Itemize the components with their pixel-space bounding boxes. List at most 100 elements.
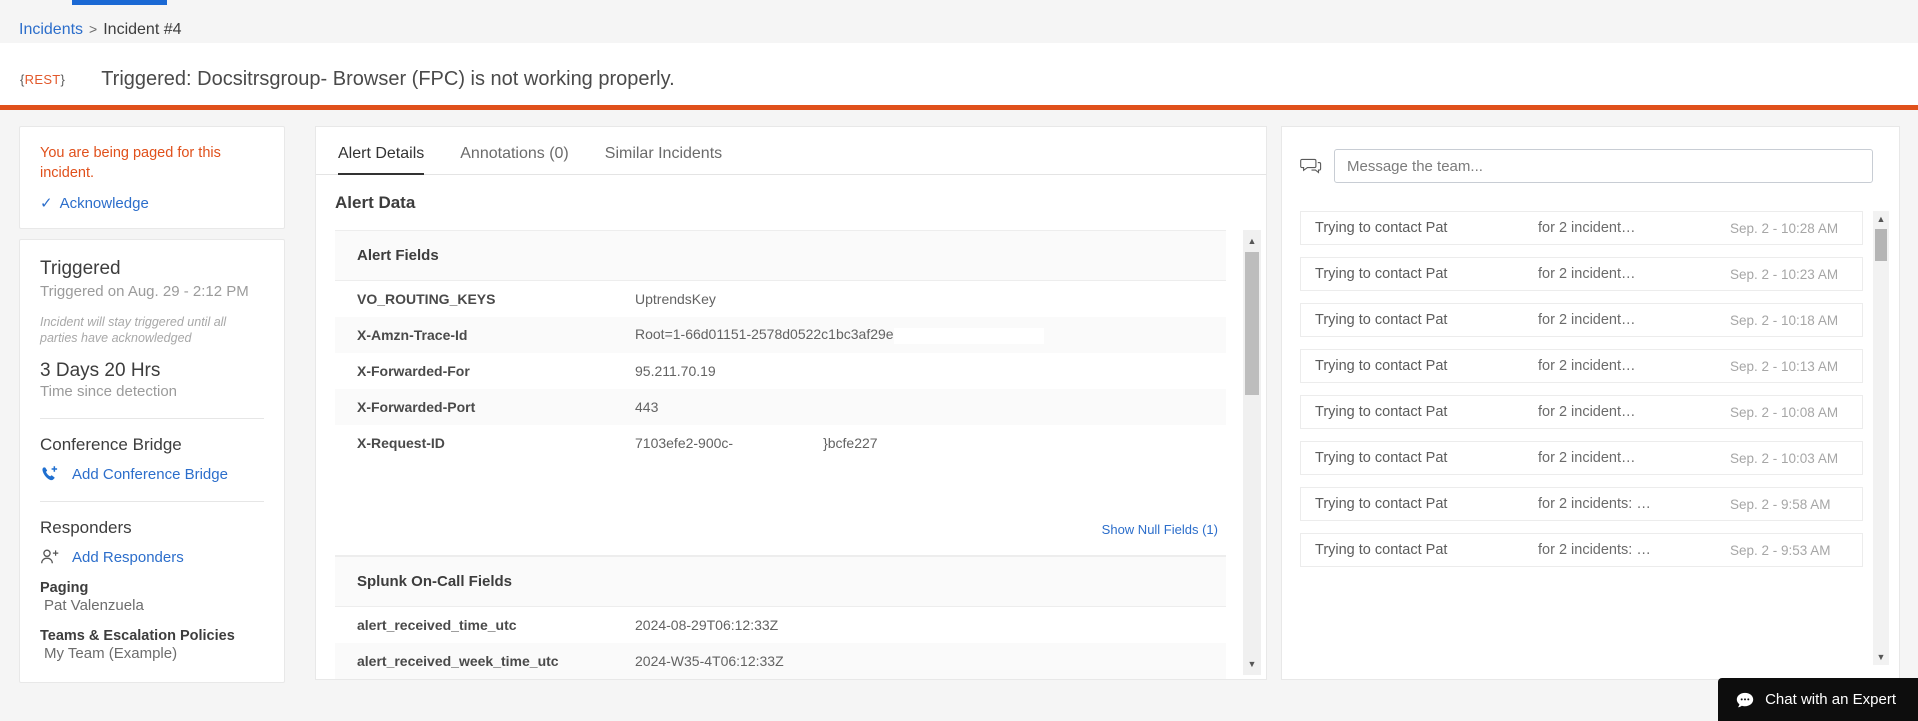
paging-value: Pat Valenzuela <box>44 597 144 614</box>
table-row: VO_ROUTING_KEYS UptrendsKey <box>335 281 1226 317</box>
rest-badge: {REST} <box>20 72 65 87</box>
breadcrumb: Incidents > Incident #4 <box>0 5 1918 43</box>
responders-heading: Responders <box>40 518 132 537</box>
elapsed-time-label: Time since detection <box>40 383 178 400</box>
list-item[interactable]: Trying to contact Pat for 2 incident… Se… <box>1300 441 1863 475</box>
incident-status-card: Triggered Triggered on Aug. 29 - 2:12 PM… <box>19 239 285 683</box>
list-item[interactable]: Trying to contact Pat for 2 incident… Se… <box>1300 211 1863 245</box>
alert-details-panel: Alert Details Annotations (0) Similar In… <box>315 110 1267 702</box>
message-what: for 2 incident… <box>1538 312 1636 328</box>
detail-tabs: Alert Details Annotations (0) Similar In… <box>316 127 1266 175</box>
list-item[interactable]: Trying to contact Pat for 2 incident… Se… <box>1300 349 1863 383</box>
masked-value-block <box>893 327 1044 344</box>
message-when: Sep. 2 - 10:18 AM <box>1730 312 1839 328</box>
alert-data-scrollbar[interactable]: ▲ ▼ <box>1243 230 1261 675</box>
paging-label: Paging <box>40 580 89 596</box>
chat-with-expert-button[interactable]: Chat with an Expert <box>1718 678 1918 721</box>
message-what: for 2 incident… <box>1538 404 1636 420</box>
teams-block: Teams & Escalation Policies My Team (Exa… <box>40 628 264 662</box>
list-item[interactable]: Trying to contact Pat for 2 incidents: …… <box>1300 533 1863 567</box>
teams-label: Teams & Escalation Policies <box>40 628 235 644</box>
timeline-scroll-down-icon[interactable]: ▼ <box>1873 649 1889 665</box>
show-null-fields-link[interactable]: Show Null Fields (1) <box>1102 522 1218 537</box>
table-row: X-Request-ID 7103efe2-900c- }bcfe227 <box>335 425 1226 461</box>
list-item[interactable]: Trying to contact Pat for 2 incidents: …… <box>1300 487 1863 521</box>
field-key: X-Forwarded-For <box>357 363 470 379</box>
message-when: Sep. 2 - 10:28 AM <box>1730 220 1839 236</box>
field-value-text: 7103efe2-900c- <box>635 435 734 451</box>
add-responders-button[interactable]: Add Responders <box>40 548 264 566</box>
message-when: Sep. 2 - 9:58 AM <box>1730 496 1831 512</box>
field-value: 7103efe2-900c- }bcfe227 <box>635 435 1226 451</box>
message-who: Trying to contact Pat <box>1315 312 1448 328</box>
message-when: Sep. 2 - 10:23 AM <box>1730 266 1839 282</box>
badge-close-brace: } <box>60 71 66 87</box>
status-subtitle: Triggered on Aug. 29 - 2:12 PM <box>40 283 249 300</box>
field-key: alert_received_time_utc <box>357 617 517 633</box>
message-when: Sep. 2 - 10:03 AM <box>1730 450 1839 466</box>
message-when: Sep. 2 - 10:13 AM <box>1730 358 1839 374</box>
message-what: for 2 incidents: … <box>1538 542 1651 558</box>
message-what: for 2 incident… <box>1538 450 1636 466</box>
message-who: Trying to contact Pat <box>1315 358 1448 374</box>
message-who: Trying to contact Pat <box>1315 496 1448 512</box>
table-row: X-Forwarded-For 95.211.70.19 <box>335 353 1226 389</box>
field-value: 2024-08-29T06:12:33Z <box>635 617 779 633</box>
add-responders-label: Add Responders <box>72 548 184 566</box>
add-conference-bridge-label: Add Conference Bridge <box>72 465 228 483</box>
message-what: for 2 incident… <box>1538 266 1636 282</box>
field-value: UptrendsKey <box>635 291 716 307</box>
timeline-message-list: Trying to contact Pat for 2 incident… Se… <box>1300 211 1863 665</box>
message-who: Trying to contact Pat <box>1315 220 1448 236</box>
show-null-fields-row: Show Null Fields (1) <box>335 503 1226 556</box>
tab-annotations[interactable]: Annotations (0) <box>442 145 587 174</box>
chat-widget-label: Chat with an Expert <box>1765 691 1896 708</box>
scroll-up-arrow-icon[interactable]: ▲ <box>1243 232 1261 250</box>
table-spacer <box>335 461 1226 503</box>
timeline-card: Trying to contact Pat for 2 incident… Se… <box>1281 126 1900 680</box>
table-row: X-Forwarded-Port 443 <box>335 389 1226 425</box>
message-input[interactable] <box>1334 149 1873 183</box>
breadcrumb-link-incidents[interactable]: Incidents <box>19 21 83 39</box>
chat-dots-icon <box>1736 692 1754 708</box>
timeline-scroll-up-icon[interactable]: ▲ <box>1873 211 1889 227</box>
tab-similar-incidents[interactable]: Similar Incidents <box>587 145 740 174</box>
scroll-down-arrow-icon[interactable]: ▼ <box>1243 655 1261 673</box>
message-what: for 2 incidents: … <box>1538 496 1651 512</box>
alert-details-card: Alert Details Annotations (0) Similar In… <box>315 126 1267 680</box>
group-header-splunk-fields: Splunk On-Call Fields <box>335 556 1226 607</box>
field-key: alert_received_week_time_utc <box>357 653 559 669</box>
list-item[interactable]: Trying to contact Pat for 2 incident… Se… <box>1300 257 1863 291</box>
acknowledge-button[interactable]: ✓ Acknowledge <box>40 195 264 212</box>
field-key: X-Request-ID <box>357 435 445 451</box>
message-who: Trying to contact Pat <box>1315 450 1448 466</box>
field-value: 443 <box>635 399 659 415</box>
elapsed-time-value: 3 Days 20 Hrs <box>40 360 161 381</box>
status-note: Incident will stay triggered until all p… <box>40 315 227 345</box>
list-item[interactable]: Trying to contact Pat for 2 incident… Se… <box>1300 395 1863 429</box>
field-value: 95.211.70.19 <box>635 363 716 379</box>
list-item[interactable]: Trying to contact Pat for 2 incident… Se… <box>1300 303 1863 337</box>
field-value-tail: }bcfe227 <box>823 435 878 451</box>
top-nav-strip <box>0 0 1918 5</box>
page-title: Triggered: Docsitrsgroup- Browser (FPC) … <box>101 67 675 90</box>
paged-notice-text: You are being paged for this incident. <box>40 145 221 181</box>
timeline-scrollbar[interactable]: ▲ ▼ <box>1873 211 1889 665</box>
timeline-scrollbar-thumb[interactable] <box>1875 229 1887 261</box>
add-conference-bridge-button[interactable]: Add Conference Bridge <box>40 465 264 483</box>
field-value: Root=1-66d01151-2578d0522c1bc3af29e <box>635 326 1226 344</box>
tab-alert-details[interactable]: Alert Details <box>334 145 442 175</box>
status-title: Triggered <box>40 258 121 279</box>
field-key: VO_ROUTING_KEYS <box>357 291 496 307</box>
message-what: for 2 incident… <box>1538 358 1636 374</box>
breadcrumb-separator: > <box>89 21 98 37</box>
message-what: for 2 incident… <box>1538 220 1636 236</box>
badge-label: REST <box>24 71 61 87</box>
scrollbar-thumb[interactable] <box>1245 252 1259 395</box>
table-row: alert_received_week_time_utc 2024-W35-4T… <box>335 643 1226 679</box>
paged-notice-card: You are being paged for this incident. ✓… <box>19 126 285 229</box>
phone-plus-icon <box>40 465 60 483</box>
message-who: Trying to contact Pat <box>1315 542 1448 558</box>
alert-data-scroll-region: Alert Fields VO_ROUTING_KEYS UptrendsKey… <box>316 230 1266 679</box>
divider-2 <box>40 501 264 502</box>
